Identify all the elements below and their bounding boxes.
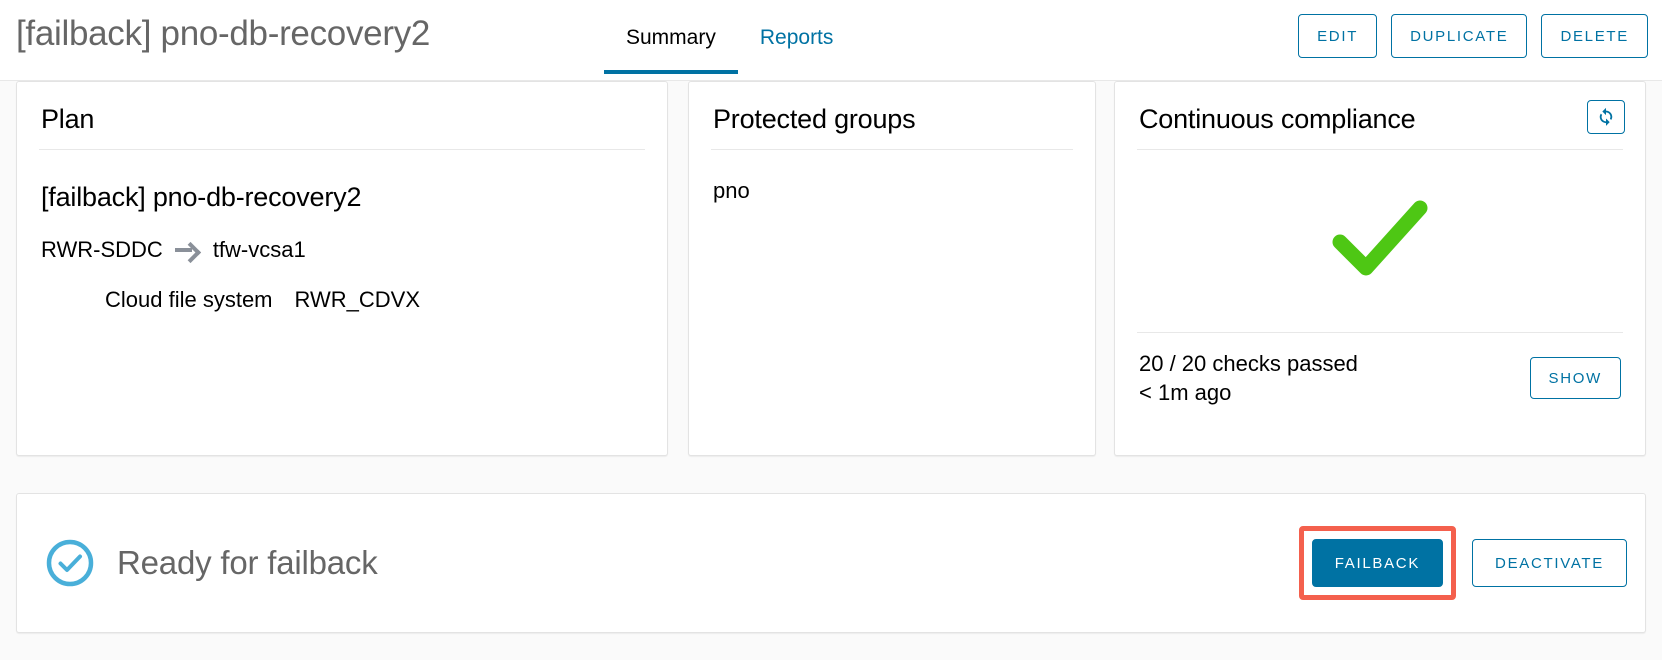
protected-groups-card-title: Protected groups bbox=[713, 104, 916, 134]
failback-highlight-box: FAILBACK bbox=[1298, 526, 1457, 600]
refresh-button[interactable] bbox=[1587, 100, 1625, 134]
edit-button[interactable]: EDIT bbox=[1298, 14, 1378, 58]
plan-summary-page: [failback] pno-db-recovery2 Summary Repo… bbox=[0, 0, 1662, 660]
compliance-footer: 20 / 20 checks passed < 1m ago SHOW bbox=[1115, 333, 1645, 407]
plan-route: RWR-SDDC tfw-vcsa1 bbox=[41, 237, 643, 263]
tab-summary-label: Summary bbox=[626, 26, 716, 49]
check-circle-icon bbox=[45, 538, 95, 588]
deactivate-button[interactable]: DEACTIVATE bbox=[1472, 539, 1627, 587]
plan-card: Plan [failback] pno-db-recovery2 RWR-SDD… bbox=[16, 81, 668, 456]
checks-time-text: < 1m ago bbox=[1139, 380, 1232, 406]
plan-card-title: Plan bbox=[41, 104, 95, 134]
protected-groups-card: Protected groups pno bbox=[688, 81, 1096, 456]
tab-summary[interactable]: Summary bbox=[604, 0, 738, 80]
status-bar: Ready for failback FAILBACK DEACTIVATE bbox=[16, 493, 1646, 633]
plan-card-body: [failback] pno-db-recovery2 RWR-SDDC tfw… bbox=[17, 150, 667, 337]
plan-name: [failback] pno-db-recovery2 bbox=[41, 182, 362, 212]
refresh-icon bbox=[1596, 106, 1616, 129]
arrow-right-icon bbox=[174, 241, 201, 259]
tab-bar: Summary Reports bbox=[604, 0, 855, 80]
compliance-card-title: Continuous compliance bbox=[1139, 104, 1416, 134]
plan-source: RWR-SDDC bbox=[41, 237, 163, 262]
continuous-compliance-card: Continuous compliance 20 / 20 checks pas… bbox=[1114, 81, 1646, 456]
checks-passed-text: 20 / 20 checks passed bbox=[1139, 351, 1358, 376]
tab-reports-label: Reports bbox=[759, 26, 834, 49]
duplicate-button[interactable]: DUPLICATE bbox=[1391, 14, 1528, 58]
status-left: Ready for failback bbox=[45, 538, 378, 588]
green-check-icon bbox=[1330, 196, 1430, 286]
status-text: Ready for failback bbox=[117, 544, 378, 581]
cloud-file-system-label: Cloud file system bbox=[105, 287, 273, 312]
page-title: [failback] pno-db-recovery2 bbox=[16, 14, 431, 53]
failback-button[interactable]: FAILBACK bbox=[1311, 539, 1444, 587]
list-item: pno bbox=[713, 178, 750, 203]
cloud-file-system-value: RWR_CDVX bbox=[294, 287, 421, 312]
status-actions: FAILBACK DEACTIVATE bbox=[1298, 526, 1627, 600]
compliance-stats: 20 / 20 checks passed < 1m ago bbox=[1139, 349, 1358, 407]
delete-button[interactable]: DELETE bbox=[1541, 14, 1648, 58]
summary-cards: Plan [failback] pno-db-recovery2 RWR-SDD… bbox=[0, 81, 1662, 456]
header-actions: EDIT DUPLICATE DELETE bbox=[1298, 14, 1648, 58]
show-button[interactable]: SHOW bbox=[1529, 357, 1621, 400]
plan-target: tfw-vcsa1 bbox=[212, 237, 306, 262]
protected-groups-card-body: pno bbox=[689, 150, 1095, 228]
tab-reports[interactable]: Reports bbox=[738, 0, 856, 80]
compliance-status-area bbox=[1115, 150, 1645, 332]
plan-detail-row: Cloud file system RWR_CDVX bbox=[105, 287, 643, 313]
page-header: [failback] pno-db-recovery2 Summary Repo… bbox=[0, 0, 1662, 81]
